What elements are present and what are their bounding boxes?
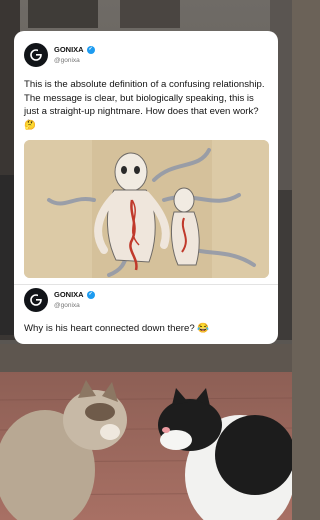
avatar[interactable]: [24, 43, 48, 67]
verified-badge-icon: ✓: [86, 45, 95, 54]
username[interactable]: GONIXA ✓: [54, 289, 95, 300]
username[interactable]: GONIXA ✓: [54, 44, 95, 55]
post2-text: Why is his heart connected down there? 😂: [24, 323, 210, 334]
post-card: GONIXA ✓ @gonixa This is the absolute de…: [14, 31, 278, 344]
post1-text: This is the absolute definition of a con…: [24, 79, 265, 131]
username-text: GONIXA: [54, 290, 84, 299]
illustration-image: [24, 140, 269, 278]
post2-header: GONIXA ✓ @gonixa: [24, 288, 95, 312]
avatar[interactable]: [24, 288, 48, 312]
post-image[interactable]: [24, 140, 269, 278]
user-handle: @gonixa: [54, 57, 80, 64]
user-handle: @gonixa: [54, 302, 80, 309]
verified-badge-icon: ✓: [86, 290, 95, 299]
username-text: GONIXA: [54, 45, 84, 54]
divider: [14, 284, 278, 285]
gonixa-logo-icon: [30, 294, 43, 306]
post1-header: GONIXA ✓ @gonixa: [24, 43, 95, 67]
gonixa-logo-icon: [30, 49, 43, 61]
